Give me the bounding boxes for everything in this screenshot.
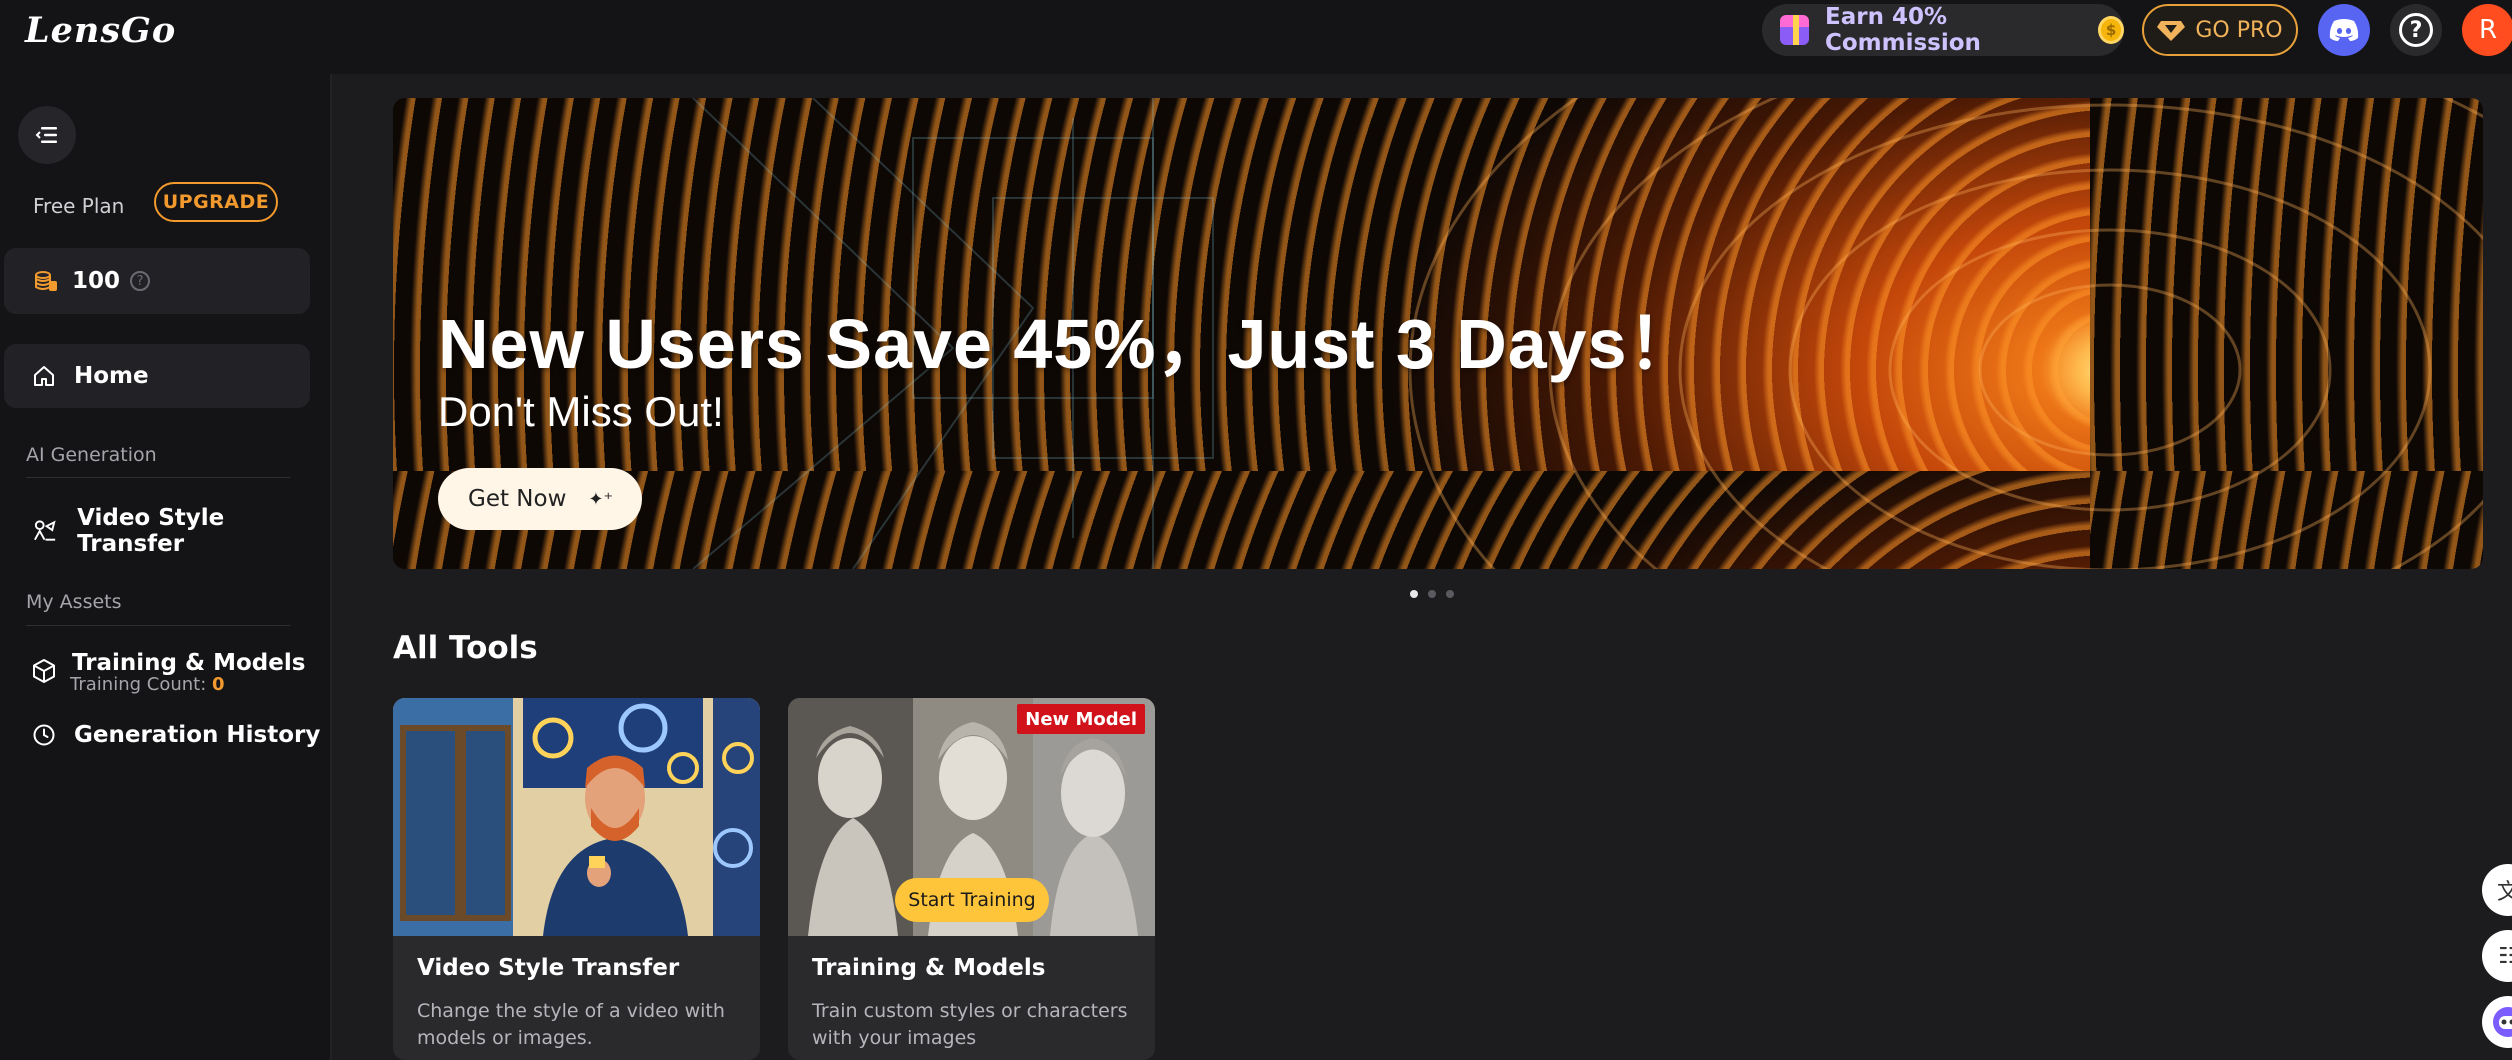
question-icon: ? (2399, 13, 2433, 47)
sidebar-item-generation-history[interactable]: Generation History (32, 722, 320, 748)
top-bar: LensGo Earn 40% Commission $ GO PRO ? R (0, 0, 2512, 74)
go-pro-button[interactable]: GO PRO (2142, 4, 2298, 56)
sidebar-item-label: Generation History (74, 722, 321, 748)
banner-title: New Users Save 45%，Just 3 Days！ (438, 305, 1699, 383)
style-transfer-icon (34, 520, 56, 541)
diamond-icon (2157, 21, 2186, 41)
menu-collapse-icon (35, 127, 57, 143)
coin-icon: $ (2098, 16, 2125, 44)
sidebar-item-label: Home (74, 363, 149, 389)
help-button[interactable]: ? (2390, 4, 2442, 56)
clock-icon (33, 724, 55, 746)
tool-card-title: Training & Models (812, 955, 1046, 981)
sidebar-item-label: Video Style Transfer (77, 505, 225, 557)
plan-label: Free Plan (33, 194, 125, 218)
earn-commission-button[interactable]: Earn 40% Commission $ (1762, 4, 2125, 56)
sparkle-icon: ✦⁺ (588, 488, 613, 510)
section-ai-generation: AI Generation (26, 444, 157, 466)
video-style-thumbnail (393, 698, 760, 936)
get-now-label: Get Now (468, 486, 567, 512)
apps-button[interactable]: ☷ (2482, 930, 2512, 982)
carousel-dots (1410, 590, 1454, 598)
gift-icon (1780, 15, 1809, 45)
upgrade-button[interactable]: UPGRADE (154, 182, 278, 222)
translate-icon: 文 (2496, 880, 2512, 905)
discord-icon (2329, 19, 2359, 41)
carousel-dot[interactable] (1446, 590, 1454, 598)
home-icon (34, 366, 54, 386)
tool-card-description: Train custom styles or characters with y… (812, 1000, 1128, 1049)
sidebar: Free Plan UPGRADE 100 ? Home AI Generati… (0, 74, 332, 1060)
robot-icon (2493, 1007, 2512, 1037)
language-button[interactable]: 文 (2482, 864, 2512, 916)
grid-icon: ☷ (2498, 943, 2512, 969)
new-model-badge: New Model (1017, 704, 1145, 734)
all-tools-heading: All Tools (393, 630, 538, 666)
banner-subtitle: Don't Miss Out! (438, 388, 724, 435)
sidebar-item-video-style-transfer[interactable]: Video Style Transfer (32, 505, 330, 557)
start-training-button[interactable]: Start Training (895, 878, 1049, 922)
tool-card-description: Change the style of a video with models … (417, 1000, 725, 1049)
go-pro-label: GO PRO (2195, 17, 2283, 43)
tool-card-training-models[interactable]: New Model Start Training Training & Mode… (788, 698, 1155, 1060)
promo-banner[interactable]: New Users Save 45%，Just 3 Days！ Don't Mi… (393, 98, 2483, 569)
credits-help-icon[interactable]: ? (130, 271, 151, 291)
cube-icon (33, 659, 55, 683)
training-count-label: Training Count: (70, 674, 207, 695)
sidebar-item-home[interactable]: Home (4, 344, 310, 408)
collapse-sidebar-button[interactable] (18, 106, 76, 164)
discord-button[interactable] (2318, 4, 2370, 56)
training-count-value: 0 (212, 674, 225, 695)
coins-icon (35, 271, 57, 291)
section-my-assets: My Assets (26, 591, 122, 613)
sidebar-item-label: Training & Models (72, 650, 306, 676)
tool-card-title: Video Style Transfer (417, 955, 680, 981)
tool-card-video-style-transfer[interactable]: Video Style Transfer Change the style of… (393, 698, 760, 1060)
get-now-button[interactable]: Get Now ✦⁺ (438, 468, 642, 530)
training-count: Training Count: 0 (70, 674, 225, 695)
earn-commission-label: Earn 40% Commission (1825, 4, 1981, 56)
credits-box: 100 ? (4, 248, 310, 314)
assistant-button[interactable] (2482, 996, 2512, 1048)
carousel-dot[interactable] (1410, 590, 1418, 598)
credits-count: 100 (72, 268, 121, 294)
divider (26, 625, 290, 626)
logo[interactable]: LensGo (25, 10, 176, 51)
carousel-dot[interactable] (1428, 590, 1436, 598)
avatar[interactable]: R (2462, 4, 2512, 56)
divider (26, 477, 290, 478)
